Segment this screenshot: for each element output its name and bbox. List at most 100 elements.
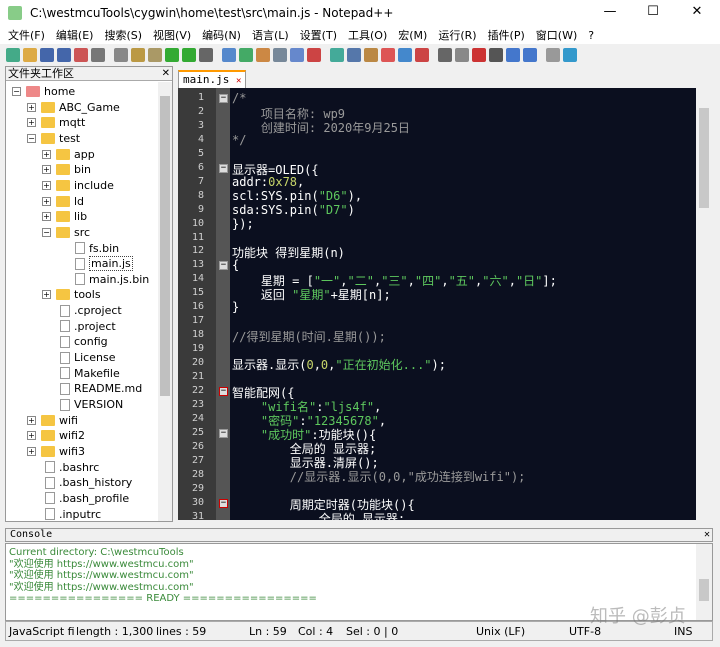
- expand-icon[interactable]: +: [27, 102, 36, 112]
- toolbar-button-icon[interactable]: [364, 48, 378, 62]
- toolbar-button-icon[interactable]: [273, 48, 287, 62]
- fold-collapse-icon[interactable]: −: [219, 163, 228, 173]
- tree-item[interactable]: + lib: [42, 209, 87, 224]
- tree-item[interactable]: fs.bin: [57, 241, 119, 256]
- tree-scrollbar[interactable]: [158, 82, 172, 521]
- collapse-icon[interactable]: −: [12, 87, 21, 96]
- expand-icon[interactable]: +: [42, 165, 51, 175]
- menu-item[interactable]: 运行(R): [438, 27, 476, 43]
- tree-item[interactable]: − test: [27, 131, 80, 146]
- fold-collapse-icon[interactable]: −: [219, 498, 228, 508]
- menu-item[interactable]: 语言(L): [252, 27, 289, 43]
- expand-icon[interactable]: +: [27, 415, 36, 425]
- toolbar-button-icon[interactable]: [472, 48, 486, 62]
- tree-item[interactable]: + app: [42, 147, 95, 162]
- fold-collapse-icon[interactable]: −: [219, 94, 228, 103]
- console-scrollbar[interactable]: [696, 544, 712, 620]
- tree-item[interactable]: config: [42, 334, 108, 349]
- tab-main-js[interactable]: main.js ✕: [178, 70, 247, 88]
- tree-item[interactable]: .inputrc: [27, 507, 101, 522]
- tree-item[interactable]: + wifi: [27, 413, 78, 428]
- expand-icon[interactable]: +: [27, 446, 36, 456]
- toolbar-button-icon[interactable]: [74, 48, 88, 62]
- tree-item[interactable]: main.js.bin: [57, 272, 149, 287]
- tree-item[interactable]: Makefile: [42, 366, 120, 381]
- toolbar-button-icon[interactable]: [347, 48, 361, 62]
- tree-item[interactable]: + include: [42, 178, 114, 193]
- tree-item[interactable]: License: [42, 350, 115, 365]
- tree-item[interactable]: .bash_history: [27, 475, 132, 490]
- tree-item[interactable]: + wifi2: [27, 428, 85, 443]
- toolbar-button-icon[interactable]: [23, 48, 37, 62]
- toolbar-button-icon[interactable]: [182, 48, 196, 62]
- tree-item[interactable]: .project: [42, 319, 116, 334]
- toolbar-button-icon[interactable]: [165, 48, 179, 62]
- menu-item[interactable]: 窗口(W): [536, 27, 577, 43]
- toolbar-button-icon[interactable]: [489, 48, 503, 62]
- toolbar-button-icon[interactable]: [398, 48, 412, 62]
- menu-item[interactable]: 设置(T): [300, 27, 337, 43]
- toolbar-button-icon[interactable]: [91, 48, 105, 62]
- fold-collapse-icon[interactable]: −: [219, 261, 228, 271]
- scrollbar-thumb[interactable]: [699, 579, 709, 601]
- toolbar-button-icon[interactable]: [114, 48, 128, 62]
- menu-item[interactable]: 搜索(S): [104, 27, 142, 43]
- tree-item[interactable]: .bashrc: [27, 460, 99, 475]
- minimize-button[interactable]: —: [595, 4, 625, 19]
- close-panel-button[interactable]: ✕: [162, 67, 170, 80]
- fold-collapse-icon[interactable]: −: [219, 386, 228, 396]
- collapse-icon[interactable]: −: [42, 227, 51, 237]
- expand-icon[interactable]: +: [42, 212, 51, 222]
- toolbar-button-icon[interactable]: [239, 48, 253, 62]
- close-button[interactable]: ✕: [682, 4, 712, 19]
- menu-item[interactable]: 插件(P): [488, 27, 525, 43]
- menu-item[interactable]: 宏(M): [398, 27, 427, 43]
- menu-item[interactable]: 编辑(E): [56, 27, 94, 43]
- toolbar-button-icon[interactable]: [438, 48, 452, 62]
- toolbar-button-icon[interactable]: [57, 48, 71, 62]
- collapse-icon[interactable]: −: [27, 133, 36, 143]
- toolbar-button-icon[interactable]: [131, 48, 145, 62]
- menu-item[interactable]: ?: [588, 29, 594, 42]
- tree-item[interactable]: .cproject: [42, 303, 122, 318]
- toolbar-button-icon[interactable]: [381, 48, 395, 62]
- tree-item[interactable]: + bin: [42, 162, 91, 177]
- tree-item[interactable]: + ABC_Game: [27, 100, 120, 115]
- toolbar-button-icon[interactable]: [256, 48, 270, 62]
- toolbar-button-icon[interactable]: [40, 48, 54, 62]
- tree-item[interactable]: − src: [42, 225, 90, 240]
- toolbar-button-icon[interactable]: [222, 48, 236, 62]
- code-editor[interactable]: 1 2 3 4 5 6 7 8 9 10 11 12 13 14 15 16 17 18 19 20 21 22 23 24 2…: [178, 88, 696, 520]
- tree-item[interactable]: main.js: [57, 256, 133, 272]
- expand-icon[interactable]: +: [42, 149, 51, 159]
- toolbar-button-icon[interactable]: [523, 48, 537, 62]
- toolbar-button-icon[interactable]: [330, 48, 344, 62]
- toolbar-button-icon[interactable]: [455, 48, 469, 62]
- tree-item[interactable]: + ld: [42, 194, 84, 209]
- tree-item[interactable]: .bash_profile: [27, 491, 129, 506]
- menu-item[interactable]: 视图(V): [153, 27, 191, 43]
- expand-icon[interactable]: +: [42, 180, 51, 190]
- tree-item[interactable]: README.md: [42, 381, 142, 396]
- toolbar-button-icon[interactable]: [563, 48, 577, 62]
- toolbar-button-icon[interactable]: [506, 48, 520, 62]
- toolbar-button-icon[interactable]: [199, 48, 213, 62]
- toolbar-button-icon[interactable]: [148, 48, 162, 62]
- menu-item[interactable]: 工具(O): [348, 27, 387, 43]
- expand-icon[interactable]: +: [27, 118, 36, 128]
- expand-icon[interactable]: +: [42, 290, 51, 300]
- toolbar-button-icon[interactable]: [546, 48, 560, 62]
- tree-item[interactable]: + wifi3: [27, 444, 85, 459]
- tree-item[interactable]: VERSION: [42, 397, 123, 412]
- menu-item[interactable]: 编码(N): [202, 27, 241, 43]
- menu-item[interactable]: 文件(F): [8, 27, 45, 43]
- tree-item[interactable]: + mqtt: [27, 115, 85, 130]
- expand-icon[interactable]: +: [27, 431, 36, 441]
- maximize-button[interactable]: ☐: [638, 4, 668, 19]
- scrollbar-thumb[interactable]: [160, 96, 170, 396]
- tree-item[interactable]: − home: [12, 84, 75, 99]
- tab-close-icon[interactable]: ✕: [236, 76, 241, 86]
- editor-scrollbar[interactable]: [696, 88, 712, 520]
- scrollbar-thumb[interactable]: [699, 108, 709, 208]
- toolbar-button-icon[interactable]: [290, 48, 304, 62]
